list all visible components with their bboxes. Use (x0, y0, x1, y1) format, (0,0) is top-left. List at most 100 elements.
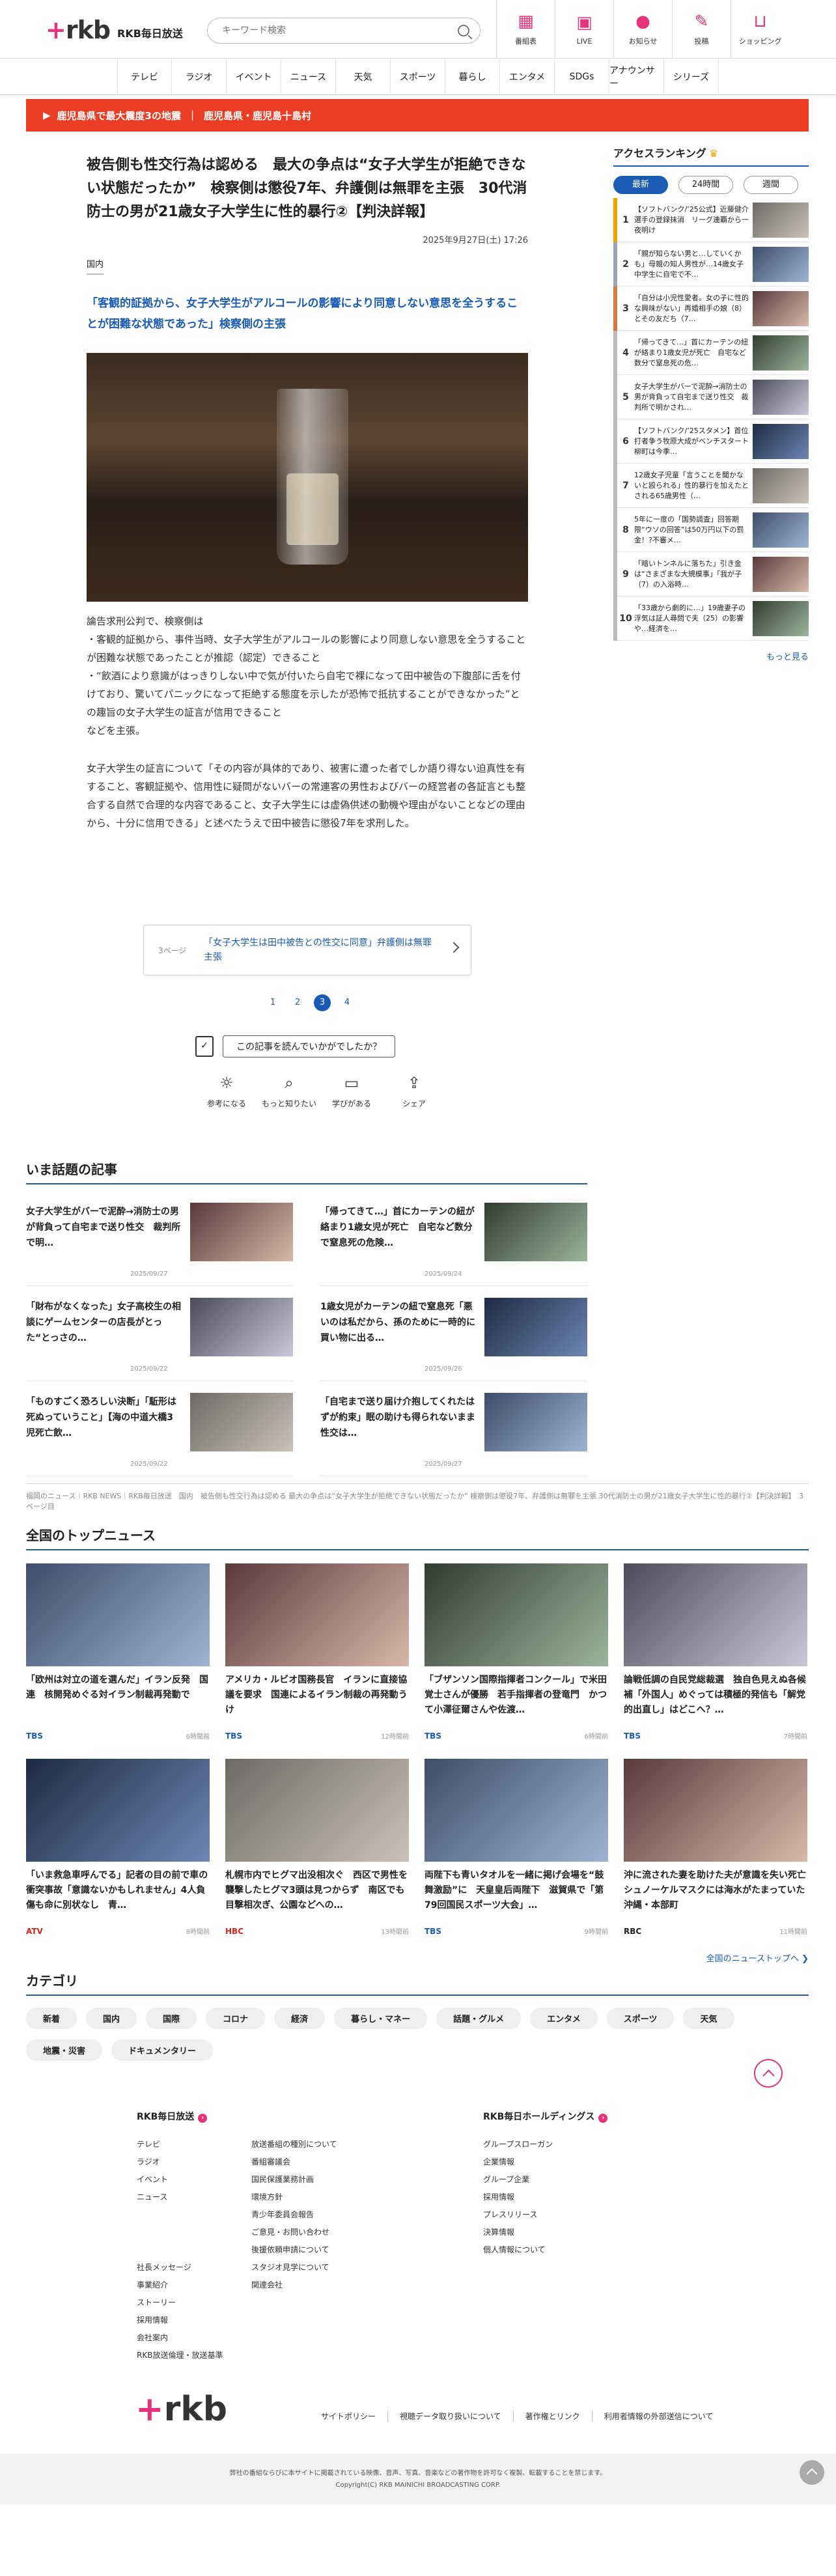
trending-item[interactable]: 「帰ってきて…」首にカーテンの紐が絡まり1歳女児が死亡 自宅など数分で窒息死の危… (320, 1197, 587, 1286)
page-2[interactable]: 2 (289, 994, 306, 1011)
footer-link[interactable]: ニュース (137, 2189, 223, 2206)
ranking-item[interactable]: 4 「帰ってきて…」首にカーテンの紐が絡まり1歳女児が死亡 自宅など数分で窒息死の… (613, 330, 809, 375)
footer-link[interactable]: テレビ (137, 2136, 223, 2153)
footer-link[interactable]: 国民保護業務計画 (251, 2171, 337, 2189)
category-event[interactable]: イベント (227, 59, 281, 95)
ranking-item[interactable]: 7 12歳女子児童「言うことを聞かないと殴られる」性的暴行を加えたとされる65歳男… (613, 463, 809, 508)
footer-link[interactable]: 採用情報 (483, 2189, 553, 2206)
footer-link[interactable]: 決算情報 (483, 2224, 553, 2241)
search-box[interactable] (207, 18, 481, 44)
category-sdgs[interactable]: SDGs (555, 59, 609, 95)
national-item[interactable]: アメリカ・ルビオ国務長官 イランに直接協議を要求 国連によるイラン制裁の再発動う… (225, 1563, 409, 1746)
footer-link[interactable]: ご意見・お問い合わせ (251, 2224, 337, 2241)
earthquake-alert-banner[interactable]: ▶ 鹿児島県で最大震度3の地震 ｜ 鹿児島県・鹿児島十島村 (26, 99, 809, 132)
category-tag[interactable]: コロナ (206, 2008, 266, 2029)
ranking-item[interactable]: 1 【ソフトバンク/’25公式】近藤健介選手の登録抹消 リーグ連覇から一夜明け (613, 197, 809, 242)
category-series[interactable]: シリーズ (664, 59, 719, 95)
category-entertainment[interactable]: エンタメ (500, 59, 555, 95)
footer-link[interactable]: 企業情報 (483, 2153, 553, 2171)
category-tag[interactable]: ドキュメンタリー (111, 2039, 214, 2061)
footer-link[interactable]: 社長メッセージ (137, 2259, 223, 2276)
next-page-link[interactable]: 3ページ 「女子大学生は田中被告との性交に同意」弁護側は無罪主張 (143, 925, 471, 975)
header-nav-live[interactable]: ▣ LIVE (555, 0, 613, 59)
national-item[interactable]: 札幌市内でヒグマ出没相次ぐ 西区で男性を襲撃したヒグマ3頭は見つからず 南区でも… (225, 1759, 409, 1941)
footer-link[interactable]: 個人情報について (483, 2241, 553, 2259)
national-item[interactable]: 「いま救急車呼んでる」記者の目の前で車の衝突事故「意識ないかもしれません」4人負… (26, 1759, 210, 1941)
ranking-tab-24h[interactable]: 24時間 (678, 176, 733, 194)
footer-link[interactable]: ラジオ (137, 2153, 223, 2171)
category-tag[interactable]: 新着 (26, 2008, 77, 2029)
footer-link[interactable]: 関連会社 (251, 2276, 337, 2294)
footer-link-external[interactable]: 利用者情報の外部送信について (592, 2411, 725, 2422)
reaction-learn[interactable]: ▭ 学びがある (320, 1073, 383, 1109)
header-nav-post[interactable]: ✎ 投稿 (672, 0, 731, 59)
rkb-logo[interactable]: +rkb (46, 16, 111, 44)
footer-col1-title[interactable]: RKB毎日放送 › (137, 2110, 208, 2123)
trending-item[interactable]: 「ものすごく恐ろしい決断」「駈形は死ぬっていうこと」【海の中道大橋3児死亡飲… 2… (26, 1388, 293, 1476)
ranking-item[interactable]: 2 「親が知らない男と…していくかも」母親の知人男性が…14歳女子中学生に自宅で不… (613, 242, 809, 287)
trending-item[interactable]: 「財布がなくなった」女子高校生の相談にゲームセンターの店長がとった“とっさの… 2… (26, 1293, 293, 1381)
category-tv[interactable]: テレビ (117, 59, 172, 95)
footer-link[interactable]: プレスリリース (483, 2206, 553, 2224)
category-radio[interactable]: ラジオ (172, 59, 227, 95)
footer-link[interactable]: 会社案内 (137, 2329, 223, 2347)
footer-link[interactable]: ストーリー (137, 2294, 223, 2312)
category-news[interactable]: ニュース (281, 59, 336, 95)
survey-button[interactable]: この記事を読んでいかがでしたか？ (223, 1035, 396, 1057)
national-more-link[interactable]: 全国のニューストップへ ❯ (26, 1952, 809, 1964)
footer-link[interactable]: RKB放送倫理・放送基準 (137, 2347, 223, 2364)
search-icon[interactable] (458, 25, 469, 36)
header-nav-schedule[interactable]: ▦ 番組表 (496, 0, 555, 59)
footer-link[interactable]: 青少年委員会報告 (251, 2206, 337, 2224)
category-tag[interactable]: スポーツ (606, 2008, 675, 2029)
category-tag[interactable]: 暮らし・マネー (334, 2008, 428, 2029)
category-tag[interactable]: 地震・災害 (26, 2039, 103, 2061)
national-item[interactable]: 沖に流された妻を助けた夫が意識を失い死亡 シュノーケルマスクには海水がたまってい… (624, 1759, 815, 1941)
page-1[interactable]: 1 (264, 994, 281, 1011)
national-item[interactable]: 「欧州は対立の道を選んだ」イラン反発 国連 核開発めぐる対イラン制裁再発動で TB… (26, 1563, 210, 1746)
ranking-item[interactable]: 8 5年に一度の「国勢調査」回答期限“ウソの回答”は50万円以下の罰金！?不審メ… (613, 507, 809, 552)
footer-link[interactable]: 番組審議会 (251, 2153, 337, 2171)
header-nav-shopping[interactable]: ⊔ ショッピング (731, 0, 789, 59)
reaction-helpful[interactable]: ☼ 参考になる (195, 1073, 258, 1109)
category-sports[interactable]: スポーツ (391, 59, 445, 95)
footer-link[interactable] (137, 2206, 223, 2224)
category-tag[interactable]: 国際 (146, 2008, 197, 2029)
national-item[interactable]: 論戦低調の自民党総裁選 独自色見えぬ各候補「外国人」めぐっては積極的発信も「解党… (624, 1563, 807, 1746)
category-life[interactable]: 暮らし (445, 59, 500, 95)
article-genre[interactable]: 国内 (87, 257, 104, 275)
footer-link[interactable] (137, 2241, 223, 2259)
page-top-button[interactable] (800, 2460, 824, 2485)
trending-item[interactable]: 女子大学生がバーで泥酔→消防士の男が背負って自宅まで送り性交 裁判所で明… 202… (26, 1197, 293, 1286)
category-tag[interactable]: 話題・グルメ (436, 2008, 522, 2029)
category-tag[interactable]: エンタメ (530, 2008, 598, 2029)
ranking-tab-week[interactable]: 週間 (744, 176, 798, 194)
national-item[interactable]: 「ブザンソン国際指揮者コンクール」で米田覚士さんが優勝 若手指揮者の登竜門 かつ… (425, 1563, 608, 1746)
page-4[interactable]: 4 (339, 994, 355, 1011)
footer-link-copyright[interactable]: 著作権とリンク (514, 2411, 592, 2422)
footer-link[interactable]: 環境方針 (251, 2189, 337, 2206)
footer-link[interactable]: グループ企業 (483, 2171, 553, 2189)
category-weather[interactable]: 天気 (336, 59, 391, 95)
header-nav-notice[interactable]: ● お知らせ (613, 0, 672, 59)
ranking-tab-latest[interactable]: 最新 (613, 176, 668, 194)
category-tag[interactable]: 国内 (86, 2008, 137, 2029)
footer-link[interactable]: 放送番組の種別について (251, 2136, 337, 2153)
ranking-item[interactable]: 9 「暗いトンネルに落ちた」引き金は“さまざまな大規模事」「我が子（7）の入浴時… (613, 552, 809, 596)
footer-link[interactable]: スタジオ見学について (251, 2259, 337, 2276)
footer-link[interactable]: 後援依頼申請について (251, 2241, 337, 2259)
footer-col2-title[interactable]: RKB毎日ホールディングス › (483, 2110, 608, 2123)
category-tag[interactable]: 天気 (683, 2008, 734, 2029)
category-tag[interactable]: 経済 (274, 2008, 326, 2029)
category-announcer[interactable]: アナウンサー (609, 59, 664, 95)
trending-item[interactable]: 1歳女児がカーテンの紐で窒息死「悪いのは私だから、孫のために一時的に買い物に出る… (320, 1293, 587, 1381)
reaction-share[interactable]: ⇪ シェア (383, 1073, 445, 1109)
ranking-item[interactable]: 5 女子大学生がバーで泥酔→消防士の男が背負って自宅まで送り性交 裁判所で明かされ… (613, 374, 809, 419)
footer-link-viewing-data[interactable]: 視聴データ取り扱いについて (388, 2411, 514, 2422)
ranking-more-link[interactable]: もっと見る (613, 650, 809, 662)
ranking-item[interactable]: 3 「自分は小児性愛者。女の子に性的な興味がない」再婚相手の娘（8）とその友だち（… (613, 286, 809, 331)
ranking-item[interactable]: 6 【ソフトバンク/’25スタメン】首位打者争う牧原大成がベンチスタート 柳町は今… (613, 419, 809, 464)
reaction-more[interactable]: ⌕ もっと知りたい (258, 1073, 320, 1109)
trending-item[interactable]: 「自宅まで送り届け介抱してくれたはずが約束」眠の助けも得られないまま性交は… 20… (320, 1388, 587, 1476)
scroll-top-button[interactable] (754, 2059, 783, 2088)
